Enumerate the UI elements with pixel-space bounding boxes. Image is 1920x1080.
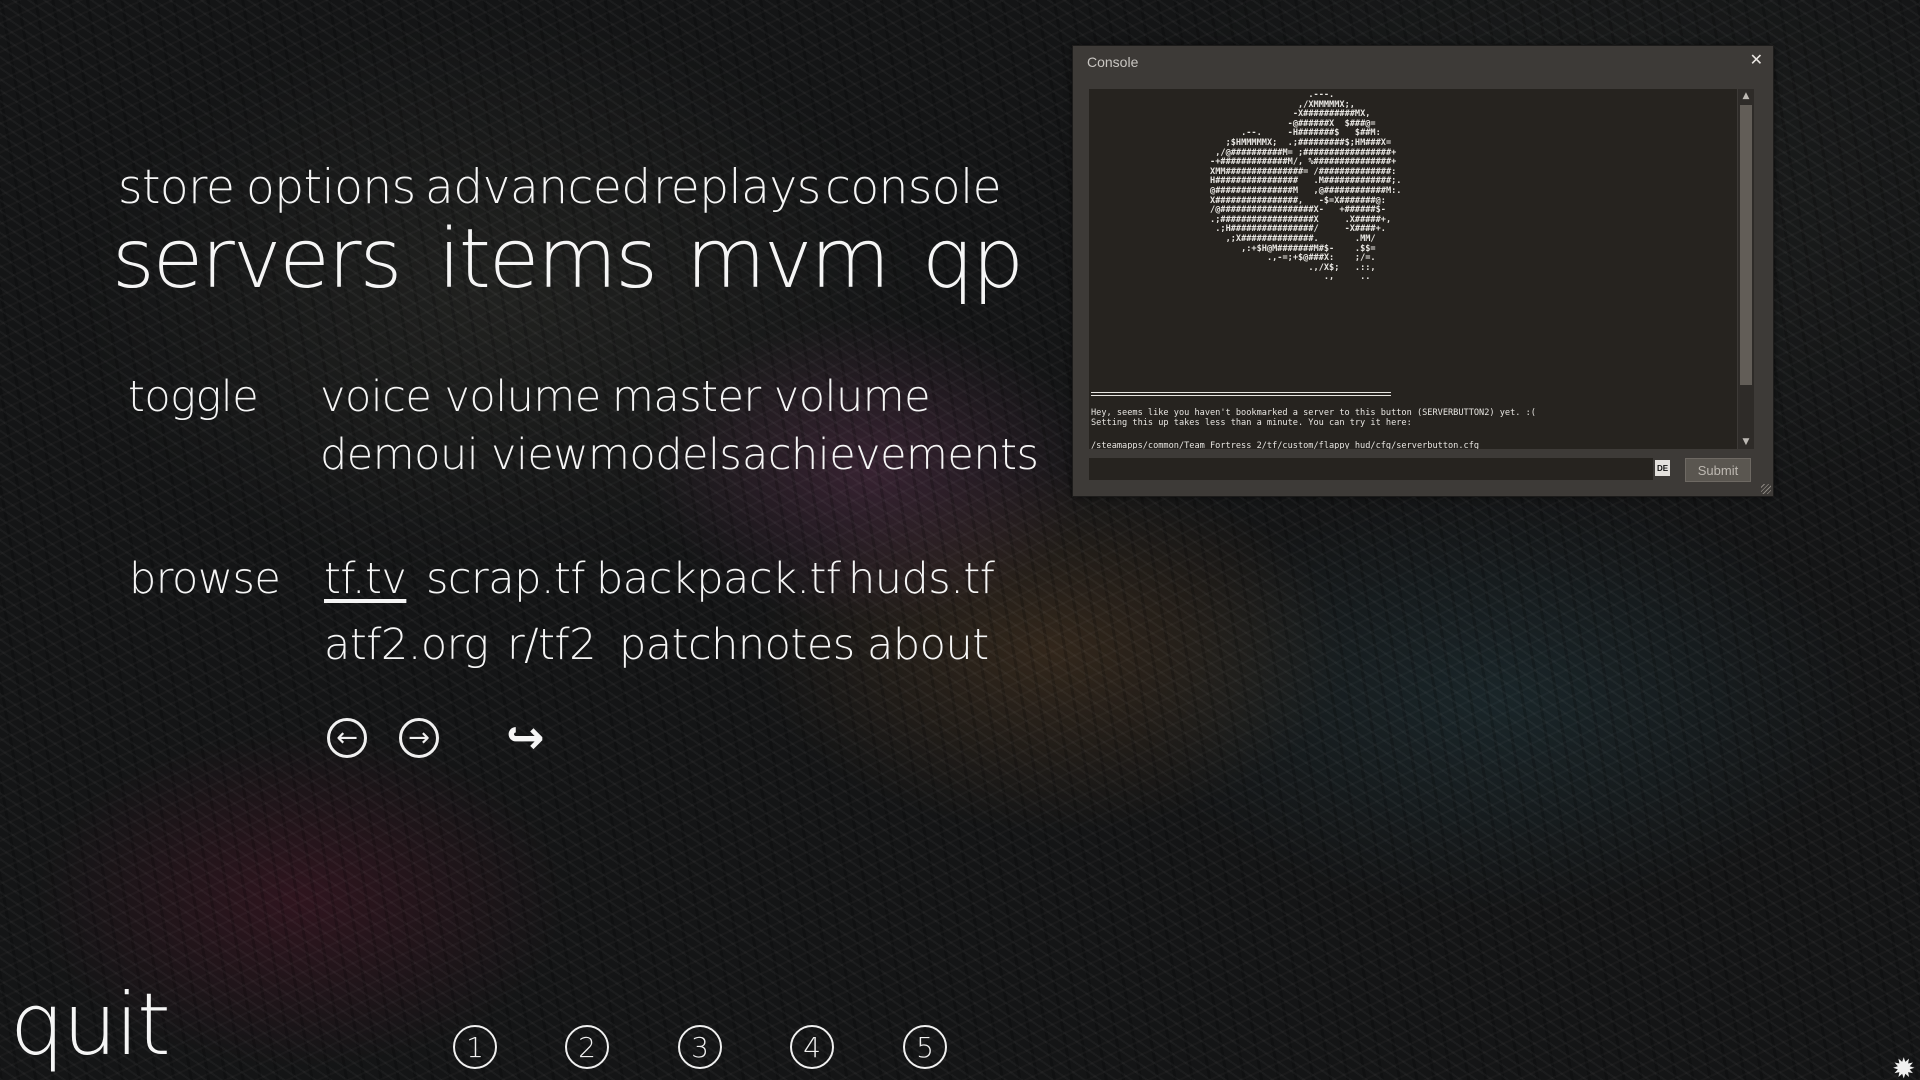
- server-button-1[interactable]: 1: [453, 1025, 497, 1069]
- link-tftv[interactable]: tf.tv: [324, 554, 407, 604]
- console-window: Console ✕ .---. ,/XMMMMMX;, -X##########…: [1072, 45, 1774, 497]
- console-output[interactable]: .---. ,/XMMMMMX;, -X##########MX, -@####…: [1089, 89, 1737, 449]
- menu-options[interactable]: options: [246, 160, 416, 215]
- menu-servers[interactable]: servers: [112, 212, 402, 307]
- server-button-3[interactable]: 3: [678, 1025, 722, 1069]
- server-button-5[interactable]: 5: [903, 1025, 947, 1069]
- scroll-down-icon[interactable]: ▼: [1738, 435, 1754, 449]
- toggle-voice-volume[interactable]: voice volume: [320, 372, 601, 422]
- link-patchnotes[interactable]: patchnotes: [619, 620, 855, 670]
- scroll-up-icon[interactable]: ▲: [1738, 89, 1754, 103]
- menu-replays[interactable]: replays: [653, 160, 821, 215]
- menu-mvm[interactable]: mvm: [686, 212, 890, 307]
- link-reddit-tf2[interactable]: r/tf2: [507, 620, 597, 670]
- reload-icon[interactable]: ↪: [506, 710, 545, 764]
- console-message-line: Hey, seems like you haven't bookmarked a…: [1091, 408, 1536, 418]
- toggle-viewmodels[interactable]: viewmodels: [491, 430, 742, 480]
- toggle-demoui[interactable]: demoui: [320, 430, 479, 480]
- submit-button[interactable]: Submit: [1685, 458, 1751, 482]
- console-path-line: /steamapps/common/Team Fortress 2/tf/cus…: [1091, 441, 1480, 449]
- link-about[interactable]: about: [867, 620, 989, 670]
- console-title: Console: [1087, 54, 1139, 70]
- menu-store[interactable]: store: [118, 160, 235, 215]
- menu-items[interactable]: items: [438, 212, 658, 307]
- console-separator: [1091, 392, 1391, 393]
- close-icon[interactable]: ✕: [1750, 50, 1763, 69]
- server-button-4[interactable]: 4: [790, 1025, 834, 1069]
- gear-icon[interactable]: ✹: [1892, 1052, 1915, 1080]
- console-separator: [1091, 395, 1391, 396]
- toggle-master-volume[interactable]: master volume: [612, 372, 931, 422]
- scrollbar-thumb[interactable]: [1740, 105, 1752, 385]
- toggle-label: toggle: [128, 372, 259, 422]
- link-hudstf[interactable]: huds.tf: [848, 554, 995, 604]
- main-menu-background: store options advanced replays console s…: [0, 0, 1920, 1080]
- server-button-2[interactable]: 2: [565, 1025, 609, 1069]
- quit-button[interactable]: quit: [10, 975, 171, 1075]
- menu-console[interactable]: console: [825, 160, 1002, 215]
- link-atf2[interactable]: atf2.org: [324, 620, 489, 670]
- console-ascii-logo: .---. ,/XMMMMMX;, -X##########MX, -@####…: [1210, 90, 1402, 283]
- menu-qp[interactable]: qp: [922, 212, 1024, 307]
- browse-label: browse: [129, 554, 281, 604]
- link-scraptf[interactable]: scrap.tf: [426, 554, 586, 604]
- language-badge: DE: [1655, 460, 1670, 476]
- link-backpacktf[interactable]: backpack.tf: [596, 554, 841, 604]
- console-command-input[interactable]: [1089, 458, 1653, 480]
- resize-grip-icon[interactable]: [1761, 484, 1771, 494]
- console-message-line: Setting this up takes less than a minute…: [1091, 418, 1412, 428]
- menu-advanced[interactable]: advanced: [425, 160, 651, 215]
- forward-arrow-icon[interactable]: →: [399, 718, 439, 758]
- toggle-achievements[interactable]: achievements: [742, 430, 1039, 480]
- back-arrow-icon[interactable]: ←: [327, 718, 367, 758]
- console-scrollbar[interactable]: ▲ ▼: [1738, 89, 1754, 449]
